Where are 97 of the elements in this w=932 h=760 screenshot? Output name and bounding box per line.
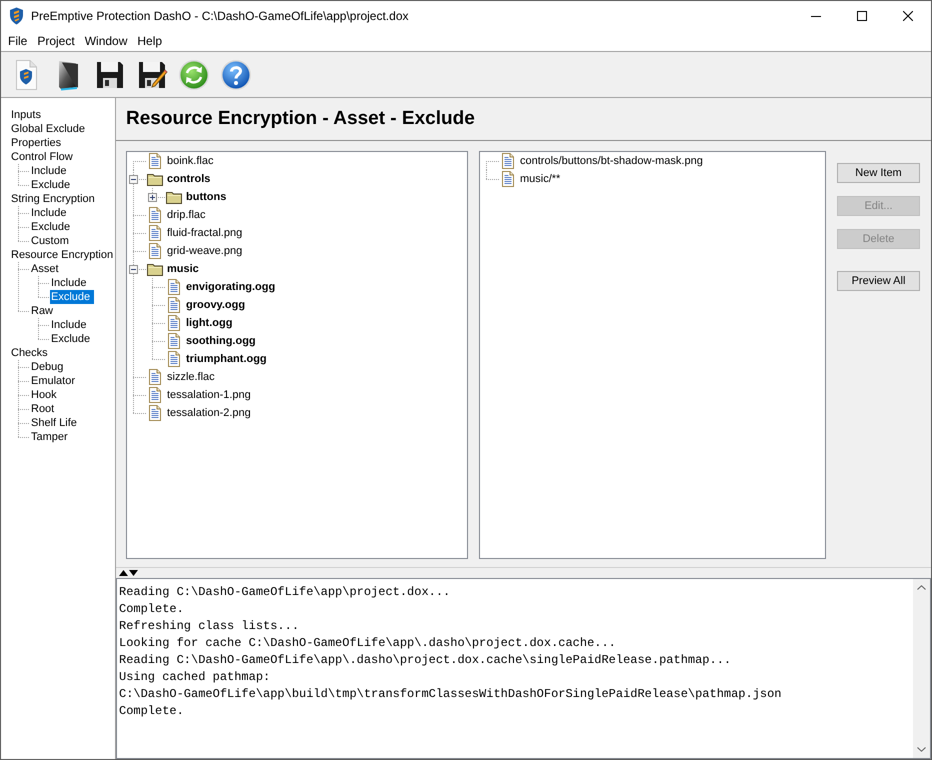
nav-item[interactable]: Tamper <box>30 430 69 444</box>
file-name[interactable]: envigorating.ogg <box>186 280 276 294</box>
scrollbar[interactable] <box>913 579 930 758</box>
tree-connector-line <box>152 296 165 314</box>
file-name[interactable]: light.ogg <box>186 316 232 330</box>
tree-connector-line <box>18 360 30 374</box>
nav-item[interactable]: Include <box>50 276 88 290</box>
file-name[interactable]: triumphant.ogg <box>186 352 267 366</box>
nav-item[interactable]: Include <box>50 318 88 332</box>
minus-box-icon[interactable] <box>129 174 138 184</box>
rule-pattern[interactable]: music/** <box>520 172 560 186</box>
plus-box-icon[interactable] <box>148 192 157 202</box>
nav-item[interactable]: Asset <box>30 262 60 276</box>
file-icon <box>168 333 180 349</box>
tree-connector-line <box>18 402 30 416</box>
shield-icon <box>9 7 24 25</box>
nav-item[interactable]: Shelf Life <box>30 416 78 430</box>
file-icon <box>168 297 180 313</box>
file-icon <box>168 315 180 331</box>
down-triangle-icon[interactable] <box>129 570 138 576</box>
nav-item[interactable]: Raw <box>30 304 54 318</box>
tree-connector-line <box>152 278 165 296</box>
nav-item[interactable]: Include <box>30 164 68 178</box>
nav-item[interactable]: Exclude <box>30 178 72 192</box>
folder-name[interactable]: controls <box>167 172 210 186</box>
log-line: C:\DashO-GameOfLife\app\build\tmp\transformClassesWithDashOForSinglePaidRelease\pathmap.json <box>119 686 782 703</box>
file-name[interactable]: tessalation-2.png <box>167 406 251 420</box>
file-name[interactable]: groovy.ogg <box>186 298 246 312</box>
file-name[interactable]: drip.flac <box>167 208 206 222</box>
maximize-icon[interactable] <box>857 11 867 21</box>
log-line: Complete. <box>119 601 184 618</box>
file-icon <box>149 387 161 403</box>
folder-icon <box>147 172 163 186</box>
tree-connector-line <box>486 161 499 170</box>
file-name[interactable]: grid-weave.png <box>167 244 242 258</box>
file-icon <box>149 405 161 421</box>
log-line: Reading C:\DashO-GameOfLife\app\project.dox... <box>119 584 450 601</box>
file-name[interactable]: tessalation-1.png <box>167 388 251 402</box>
nav-item[interactable]: Control Flow <box>10 150 74 164</box>
log-line: Refreshing class lists... <box>119 618 300 635</box>
nav-item[interactable]: Properties <box>10 136 62 150</box>
folder-icon <box>166 190 182 204</box>
rule-pattern[interactable]: controls/buttons/bt-shadow-mask.png <box>520 154 703 168</box>
file-icon <box>149 207 161 223</box>
tree-connector-line <box>18 388 30 402</box>
nav-item[interactable]: Custom <box>30 234 70 248</box>
log-line: Complete. <box>119 703 184 720</box>
refresh-icon[interactable] <box>178 58 210 90</box>
nav-item[interactable]: Exclude <box>30 220 72 234</box>
nav-item[interactable]: Hook <box>30 388 58 402</box>
menu-item[interactable]: Help <box>132 33 168 49</box>
file-name[interactable]: fluid-fractal.png <box>167 226 242 240</box>
scroll-down-icon[interactable] <box>917 747 926 752</box>
log-line: Using cached pathmap: <box>119 669 270 686</box>
file-icon <box>149 369 161 385</box>
nav-item[interactable]: Debug <box>30 360 64 374</box>
nav-item[interactable]: Include <box>30 206 68 220</box>
folder-name[interactable]: buttons <box>186 190 226 204</box>
tree-connector-line <box>486 170 499 180</box>
nav-item[interactable]: String Encryption <box>10 192 96 206</box>
tree-connector-line <box>133 224 146 242</box>
nav-item[interactable]: Resource Encryption <box>10 248 114 262</box>
tree-connector-line <box>18 206 30 220</box>
nav-item[interactable]: Inputs <box>10 108 42 122</box>
menu-item[interactable]: Window <box>80 33 132 49</box>
up-triangle-icon[interactable] <box>119 570 128 576</box>
file-icon <box>149 225 161 241</box>
menu-item[interactable]: File <box>3 33 32 49</box>
tree-connector-line <box>18 374 30 388</box>
help-icon[interactable] <box>220 58 252 90</box>
menu-item[interactable]: Project <box>32 33 80 49</box>
nav-item[interactable]: Global Exclude <box>10 122 86 136</box>
minus-box-icon[interactable] <box>129 264 138 274</box>
close-icon[interactable] <box>903 11 913 21</box>
nav-item[interactable]: Root <box>30 402 56 416</box>
log-line: Looking for cache C:\DashO-GameOfLife\app\.dasho\project.dox.cache... <box>119 635 616 652</box>
new-item-button[interactable]: New Item <box>837 163 920 183</box>
file-icon <box>502 171 514 187</box>
nav-item[interactable]: Checks <box>10 346 49 360</box>
scroll-up-icon[interactable] <box>917 585 926 590</box>
file-name[interactable]: soothing.ogg <box>186 334 256 348</box>
folder-icon <box>147 262 163 276</box>
tree-connector-line <box>133 242 146 260</box>
nav-item[interactable]: Exclude <box>50 332 92 346</box>
file-icon <box>168 279 180 295</box>
file-name[interactable]: sizzle.flac <box>167 370 215 384</box>
tree-connector-line <box>152 314 165 332</box>
preview-all-button[interactable]: Preview All <box>837 271 920 291</box>
window-title: PreEmptive Protection DashO - C:\DashO-GameOfLife\app\project.dox <box>31 8 408 25</box>
file-name[interactable]: boink.flac <box>167 154 214 168</box>
folder-name[interactable]: music <box>167 262 199 276</box>
page-title: Resource Encryption - Asset - Exclude <box>126 106 475 131</box>
nav-item[interactable]: Emulator <box>30 374 76 388</box>
log-line: Reading C:\DashO-GameOfLife\app\.dasho\project.dox.cache\singlePaidRelease.pathmap... <box>119 652 732 669</box>
file-icon <box>168 351 180 367</box>
nav-item[interactable]: Exclude <box>50 290 94 304</box>
file-icon <box>149 243 161 259</box>
